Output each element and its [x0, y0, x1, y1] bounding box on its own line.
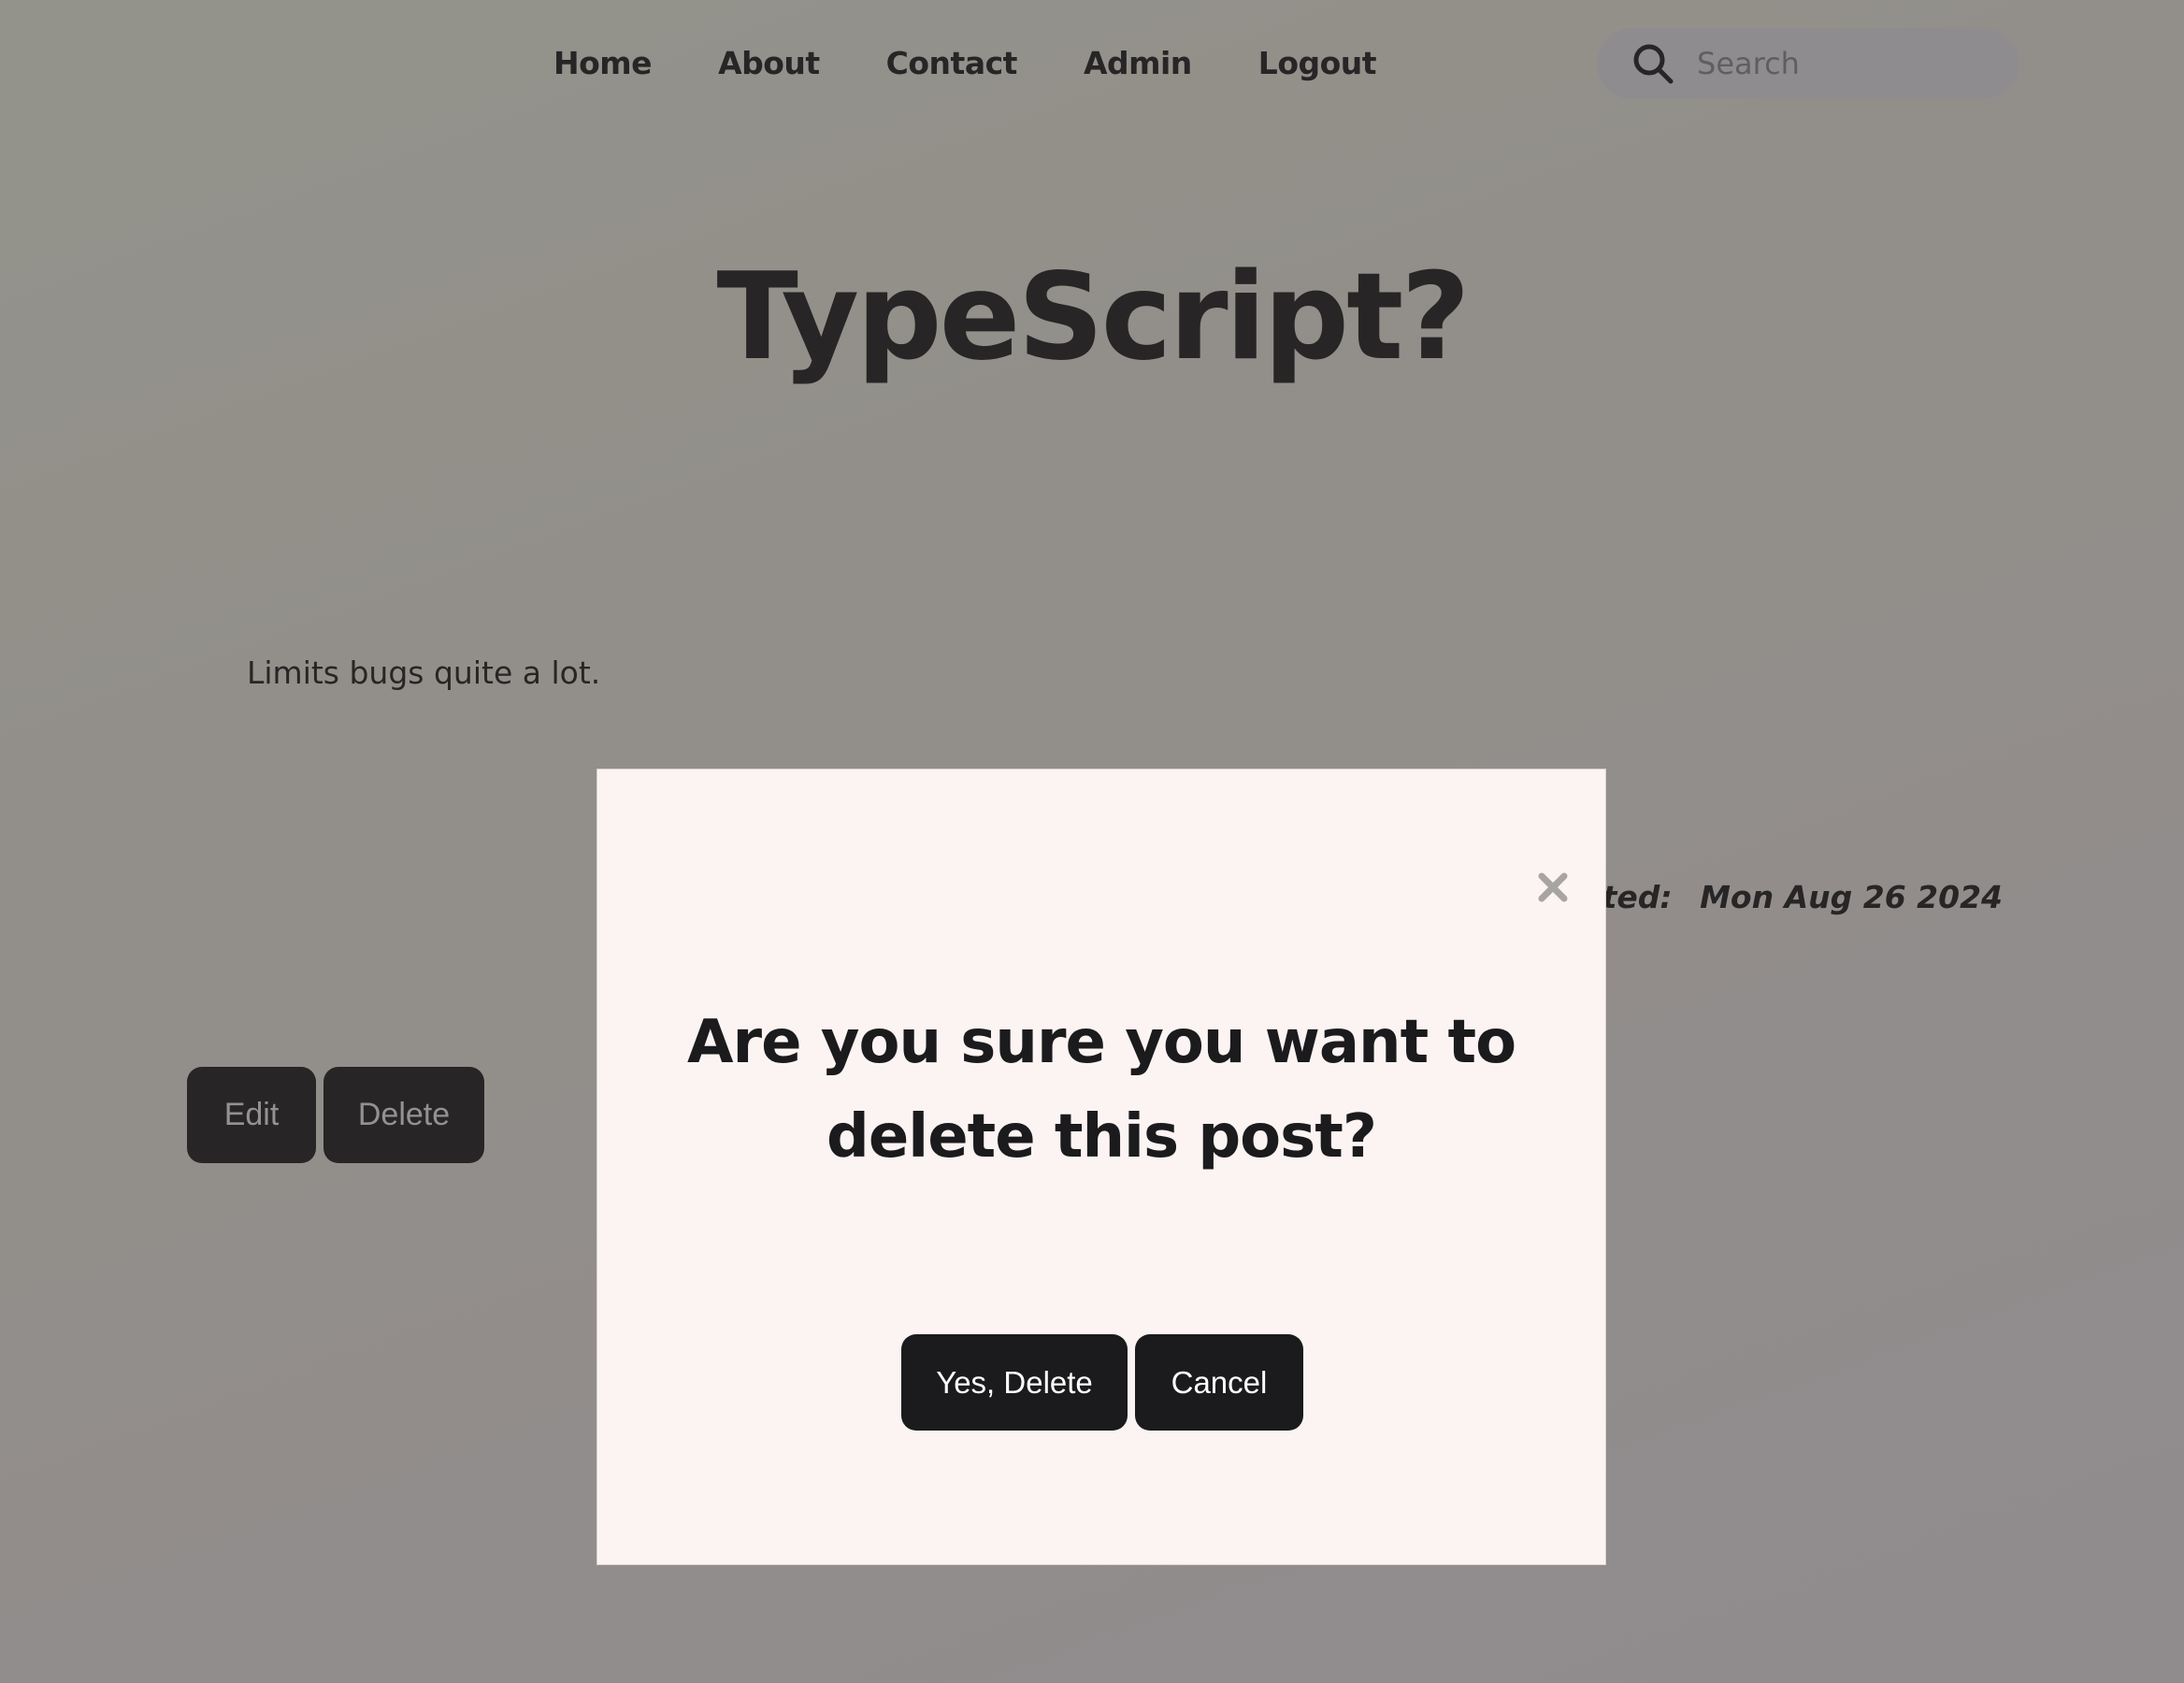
- dialog-actions: Yes, Delete Cancel: [901, 1334, 1311, 1431]
- cancel-button[interactable]: Cancel: [1135, 1334, 1303, 1431]
- confirm-delete-button[interactable]: Yes, Delete: [901, 1334, 1128, 1431]
- close-icon[interactable]: [1536, 870, 1570, 904]
- dialog-question: Are you sure you want to delete this pos…: [686, 1008, 1516, 1172]
- delete-confirm-dialog: Are you sure you want to delete this pos…: [596, 769, 1606, 1565]
